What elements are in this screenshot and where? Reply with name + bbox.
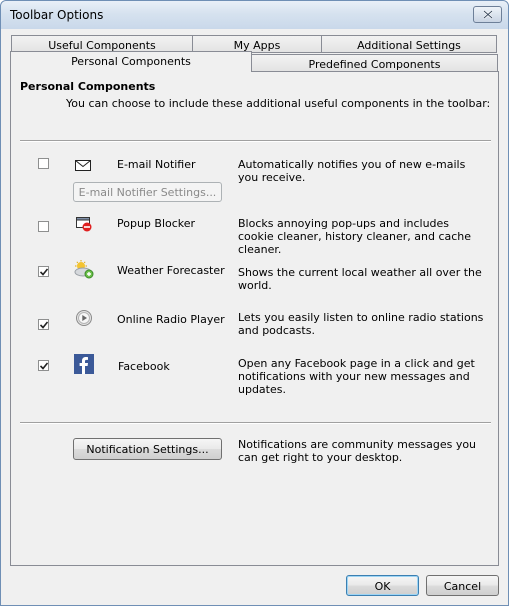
checkmark-icon (40, 362, 48, 370)
checkmark-icon (40, 268, 48, 276)
weather-icon (74, 260, 94, 279)
facebook-icon (74, 354, 94, 374)
email-notifier-settings-button[interactable]: E-mail Notifier Settings... (73, 182, 222, 202)
component-name: Facebook (118, 360, 170, 373)
weather-forecaster-checkbox[interactable] (38, 266, 49, 277)
radio-play-icon (76, 310, 92, 326)
component-description: Automatically notifies you of new e-mail… (238, 158, 466, 184)
section-subtitle: You can choose to include these addition… (66, 97, 491, 110)
checkmark-icon (40, 321, 48, 329)
component-description: Lets you easily listen to online radio s… (238, 311, 484, 337)
separator-top (20, 140, 491, 142)
section-title: Personal Components (20, 80, 156, 93)
component-name: Popup Blocker (117, 217, 196, 230)
email-notifier-checkbox[interactable] (38, 158, 49, 169)
component-description: Blocks annoying pop-ups and includes coo… (238, 217, 472, 256)
component-name: Weather Forecaster (117, 264, 225, 277)
popup-blocker-icon (76, 217, 92, 232)
toolbar-options-dialog: Toolbar Options Useful Components My App… (0, 0, 509, 606)
notification-settings-button[interactable]: Notification Settings... (73, 438, 222, 460)
notifications-description: Notifications are community messages you… (238, 438, 477, 464)
facebook-checkbox[interactable] (38, 360, 49, 371)
component-description: Open any Facebook page in a click and ge… (238, 357, 475, 396)
panel-content: Personal Components You can choose to in… (1, 1, 508, 605)
separator-bottom (20, 422, 491, 424)
envelope-icon (75, 160, 91, 171)
component-name: E-mail Notifier (117, 158, 196, 171)
component-name: Online Radio Player (117, 313, 225, 326)
component-description: Shows the current local weather all over… (238, 266, 482, 292)
online-radio-player-checkbox[interactable] (38, 319, 49, 330)
popup-blocker-checkbox[interactable] (38, 221, 49, 232)
